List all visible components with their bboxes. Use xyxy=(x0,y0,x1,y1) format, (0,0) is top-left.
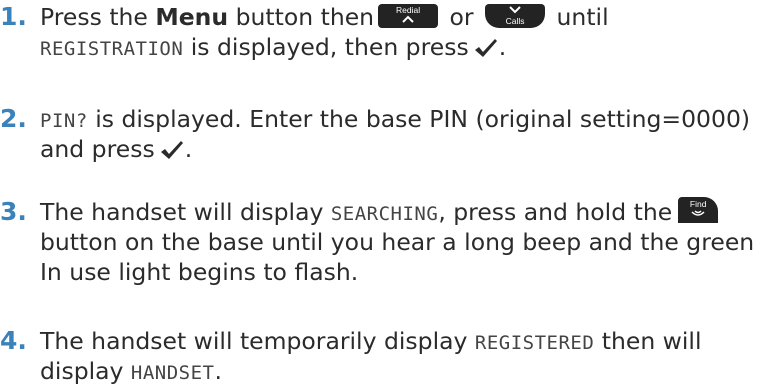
display-text: PIN? xyxy=(40,110,88,132)
step-line: PIN? is displayed. Enter the base PIN (o… xyxy=(40,104,761,134)
text: . xyxy=(498,33,507,61)
step-line: The handset will temporarily display REG… xyxy=(40,326,761,356)
text: display xyxy=(40,357,131,385)
key-label: Redial xyxy=(396,5,421,15)
step-text: The handset will display SEARCHING, pres… xyxy=(40,197,761,287)
step-line: REGISTRATION is displayed, then press. xyxy=(40,32,761,62)
text: or xyxy=(442,3,482,31)
step-number: 4. xyxy=(0,326,27,355)
display-text: REGISTERED xyxy=(474,332,595,354)
redial-key-icon: Redial xyxy=(378,4,439,28)
text: Press the xyxy=(40,3,156,31)
step-text: Press the Menu button then Redial or Call… xyxy=(40,2,761,62)
step-line: The handset will display SEARCHING, pres… xyxy=(40,197,761,227)
text: The handset will temporarily display xyxy=(40,327,475,355)
calls-key-icon: Calls xyxy=(485,4,546,28)
text: then will xyxy=(594,327,702,355)
display-text: REGISTRATION xyxy=(40,38,184,60)
step-line: In use light begins to flash. xyxy=(40,258,359,286)
text: button then xyxy=(228,3,375,31)
find-key-icon: Find xyxy=(678,197,719,223)
step-line: and press. xyxy=(40,134,761,164)
text: is displayed. Enter the base PIN (origin… xyxy=(87,105,751,133)
key-label: Calls xyxy=(505,16,525,26)
text: and press xyxy=(40,135,155,163)
text: . xyxy=(214,357,222,385)
text: until xyxy=(549,3,609,31)
text: The handset will display xyxy=(40,198,331,226)
step-text: The handset will temporarily display REG… xyxy=(40,326,761,386)
step-text: PIN? is displayed. Enter the base PIN (o… xyxy=(40,104,761,164)
step-line: button on the base until you hear a long… xyxy=(40,228,755,256)
step-number: 3. xyxy=(0,197,27,226)
checkmark-icon xyxy=(474,39,497,57)
step-line: Press the Menu button then Redial or Call… xyxy=(40,2,761,32)
step-line: display HANDSET. xyxy=(40,356,761,386)
text: is displayed, then press xyxy=(183,33,469,61)
chevron-down-icon xyxy=(509,6,521,14)
menu-label: Menu xyxy=(155,3,229,31)
wave-icon xyxy=(691,210,705,216)
text: , press and hold the xyxy=(438,198,673,226)
step-number: 1. xyxy=(0,2,27,31)
chevron-up-icon xyxy=(402,15,414,23)
display-text: HANDSET xyxy=(130,362,215,384)
display-text: SEARCHING xyxy=(330,203,439,225)
key-label: Find xyxy=(689,199,707,209)
text: . xyxy=(184,135,193,163)
step-number: 2. xyxy=(0,104,27,133)
checkmark-icon xyxy=(160,141,183,159)
